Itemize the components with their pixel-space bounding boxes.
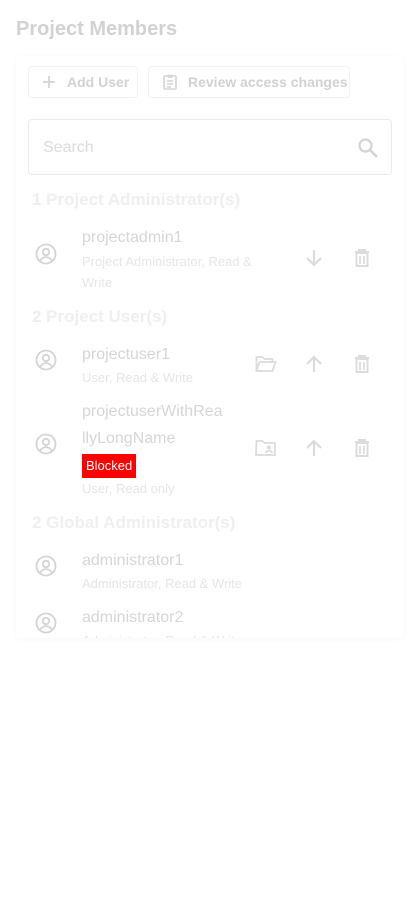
members-card: Add User Review access changes Search 1 … xyxy=(16,56,404,638)
member-role: Administrator, Read & Write xyxy=(82,576,243,591)
account-circle-icon xyxy=(34,348,58,372)
trash-icon[interactable] xyxy=(350,246,374,270)
search-input[interactable] xyxy=(43,135,343,161)
trash-icon[interactable] xyxy=(350,352,374,376)
trash-icon[interactable] xyxy=(350,436,374,460)
clipboard-icon xyxy=(162,74,178,90)
folder-account-icon[interactable] xyxy=(254,436,278,460)
folder-open-icon[interactable] xyxy=(254,352,278,376)
member-name-continued: llyLongName xyxy=(82,430,176,447)
section-header-project-users: 2 Project User(s) xyxy=(32,307,168,326)
member-name: projectuserWithRea xyxy=(82,403,223,420)
account-circle-icon xyxy=(34,432,58,456)
member-name: projectuser1 xyxy=(82,346,171,363)
account-circle-icon xyxy=(34,242,58,266)
arrow-up-icon[interactable] xyxy=(302,436,326,460)
arrow-up-icon[interactable] xyxy=(302,352,326,376)
member-name: projectadmin1 xyxy=(82,229,183,246)
member-role: Administrator, Read & Write xyxy=(82,630,242,638)
plus-icon xyxy=(41,74,57,90)
section-header-project-administrators: 1 Project Administrator(s) xyxy=(32,190,241,209)
member-role: User, Read only xyxy=(82,481,175,496)
add-user-button[interactable]: Add User xyxy=(28,66,138,98)
account-circle-icon xyxy=(34,611,58,635)
search-field xyxy=(28,119,392,175)
search-icon[interactable] xyxy=(357,137,379,159)
member-name: administrator2 xyxy=(82,609,184,626)
arrow-down-icon[interactable] xyxy=(302,246,326,270)
review-access-changes-button[interactable]: Review access changes xyxy=(148,66,350,98)
account-circle-icon xyxy=(34,554,58,578)
project-members-page: Project Members Add User Review access c… xyxy=(0,0,420,920)
member-name: administrator1 xyxy=(82,552,184,569)
section-header-global-administrators: 2 Global Administrator(s) xyxy=(32,513,236,532)
member-role: Project Administrator, Read & xyxy=(82,254,252,269)
review-access-changes-label: Review access changes xyxy=(188,74,348,90)
member-role: User, Read & Write xyxy=(82,370,194,385)
member-role-continued: Write xyxy=(82,275,113,290)
add-user-label: Add User xyxy=(67,74,130,90)
page-title: Project Members xyxy=(16,18,178,40)
blocked-badge: Blocked xyxy=(82,454,137,478)
